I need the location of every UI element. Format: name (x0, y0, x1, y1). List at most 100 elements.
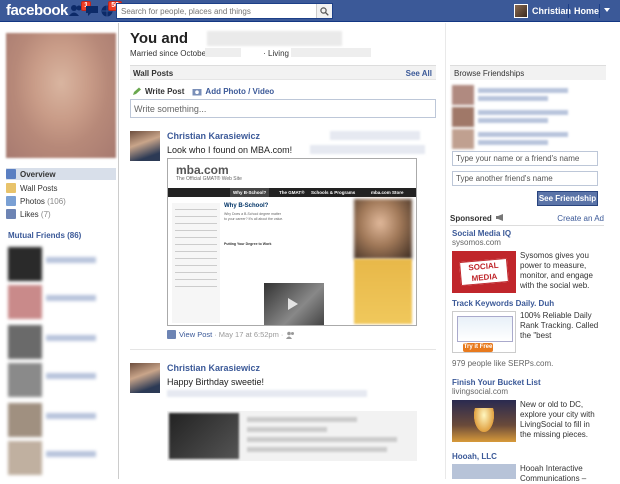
add-photo-tab[interactable]: Add Photo / Video (192, 87, 274, 96)
wall-posts-header: Wall Posts See All (130, 65, 436, 80)
author-avatar[interactable] (130, 131, 160, 161)
user-name: Christian (532, 6, 572, 16)
wall-post: Christian Karasiewicz Happy Birthday swe… (130, 363, 436, 479)
ad-social-context: 979 people like SERPs.com. (452, 359, 554, 368)
preview-left-menu (172, 203, 220, 323)
ad-title[interactable]: Hooah, LLC (452, 452, 602, 461)
topbar-divider (568, 4, 569, 18)
mutual-friend-item[interactable] (6, 363, 116, 399)
sponsored-divider (450, 225, 604, 226)
nav-item-wall-posts[interactable]: Wall Posts (6, 182, 116, 194)
ad-title[interactable]: Social Media IQ (452, 229, 602, 238)
ad-item[interactable]: Social Media IQ sysomos.com SOCIAL MEDIA… (452, 229, 602, 293)
post-date[interactable]: · May 17 at 6:52pm · (214, 330, 283, 339)
account-menu-caret-icon[interactable] (604, 8, 610, 12)
play-icon (288, 298, 298, 310)
ad-image-button: Try it Free (463, 343, 493, 352)
mutual-friend-item[interactable] (6, 441, 116, 477)
capitol-dome-image (474, 408, 494, 432)
facebook-logo[interactable]: facebook (6, 2, 68, 19)
link-preview-image[interactable]: mba.com The Official GMAT® Web Site Why … (167, 158, 417, 326)
video-thumbnail (169, 413, 239, 459)
friend-requests-jewel[interactable]: 1 (69, 1, 91, 17)
nav-item-overview[interactable]: Overview (6, 168, 116, 180)
friend-avatar (8, 247, 42, 281)
friend-name-field-2[interactable] (452, 171, 598, 186)
mutual-friend-item[interactable] (6, 325, 116, 361)
ad-image[interactable]: Try it Free (452, 311, 516, 353)
nav-item-likes[interactable]: Likes (7) (6, 208, 116, 220)
write-post-tab[interactable]: Write Post (132, 87, 184, 96)
home-link[interactable]: Home (574, 6, 599, 16)
redacted-name (478, 118, 548, 123)
ad-image[interactable]: SOCIAL MEDIA (452, 251, 516, 293)
redacted-recipient (330, 131, 420, 140)
post-message: Look who I found on MBA.com! (167, 145, 293, 155)
ad-title[interactable]: Finish Your Bucket List (452, 378, 602, 387)
friend-name-blurred (46, 413, 96, 419)
post-meta: View Post · May 17 at 6:52pm · (167, 330, 295, 339)
search-box[interactable] (116, 3, 333, 19)
nav-label: Overview (20, 169, 56, 179)
ad-body: Sysomos gives you power to measure, moni… (520, 251, 593, 290)
friend-avatar (8, 441, 42, 475)
friend-name-blurred (46, 451, 96, 457)
shared-video-preview[interactable] (167, 411, 417, 461)
redacted-name (478, 96, 548, 101)
author-avatar[interactable] (130, 363, 160, 393)
redacted-location (291, 48, 371, 57)
search-input[interactable] (117, 4, 312, 18)
friendship-item[interactable] (452, 85, 602, 105)
camera-icon (192, 88, 202, 95)
mutual-friends-header[interactable]: Mutual Friends (86) (8, 231, 81, 240)
post-author[interactable]: Christian Karasiewicz (167, 131, 260, 141)
ad-item[interactable]: Track Keywords Daily. Duh Try it Free 10… (452, 299, 602, 369)
redacted-video-info (247, 417, 407, 457)
view-post-link[interactable]: View Post (179, 330, 212, 339)
create-ad-link[interactable]: Create an Ad (557, 214, 604, 223)
friend-name-blurred (46, 257, 96, 263)
post-author[interactable]: Christian Karasiewicz (167, 363, 260, 373)
friends-privacy-icon[interactable] (286, 331, 295, 339)
ad-item[interactable]: Hooah, LLC Hooah Interactive Communicati… (452, 452, 602, 483)
preview-nav-item: mba.com Store (371, 190, 404, 195)
friend-name-input-2[interactable] (453, 172, 593, 185)
page-title: You and (130, 30, 189, 47)
friendship-item[interactable] (452, 107, 602, 127)
nav-label: Photos (20, 196, 45, 206)
nav-item-photos[interactable]: Photos (106) (6, 195, 116, 207)
search-icon[interactable] (316, 4, 332, 18)
ad-title[interactable]: Track Keywords Daily. Duh (452, 299, 602, 308)
ad-image[interactable] (452, 464, 516, 479)
nav-count: (7) (40, 209, 51, 219)
friend-name-input-1[interactable] (453, 152, 593, 165)
see-friendship-button[interactable]: See Friendship (537, 191, 598, 206)
overview-icon (6, 169, 16, 179)
notifications-jewel[interactable]: 56 (100, 1, 122, 17)
redacted-year (205, 48, 241, 57)
right-column: Browse Friendships See Friendship Sponso… (446, 23, 620, 483)
preview-photo (354, 199, 412, 259)
write-something-box[interactable] (130, 99, 436, 118)
mutual-friend-item[interactable] (6, 285, 116, 321)
see-all-link[interactable]: See All (406, 69, 432, 78)
ad-item[interactable]: Finish Your Bucket List livingsocial.com… (452, 378, 602, 448)
ad-image-text: SOCIAL MEDIA (459, 257, 509, 287)
sponsored-label: Sponsored (450, 214, 492, 223)
profile-link[interactable]: Christian (514, 3, 571, 19)
mutual-friend-item[interactable] (6, 247, 116, 283)
friendship-item[interactable] (452, 129, 602, 149)
married-text: Married since October (130, 49, 209, 58)
redacted-name (478, 110, 568, 115)
nav-label: Likes (20, 209, 39, 219)
likes-icon (6, 209, 16, 219)
write-post-label: Write Post (145, 86, 185, 96)
mutual-friend-item[interactable] (6, 403, 116, 439)
megaphone-icon (496, 214, 504, 221)
profile-picture[interactable] (6, 33, 116, 158)
ad-image[interactable] (452, 400, 516, 442)
messages-jewel[interactable] (85, 4, 99, 17)
status-input[interactable] (131, 100, 421, 117)
friend-avatar (452, 107, 474, 127)
friend-name-field-1[interactable] (452, 151, 598, 166)
